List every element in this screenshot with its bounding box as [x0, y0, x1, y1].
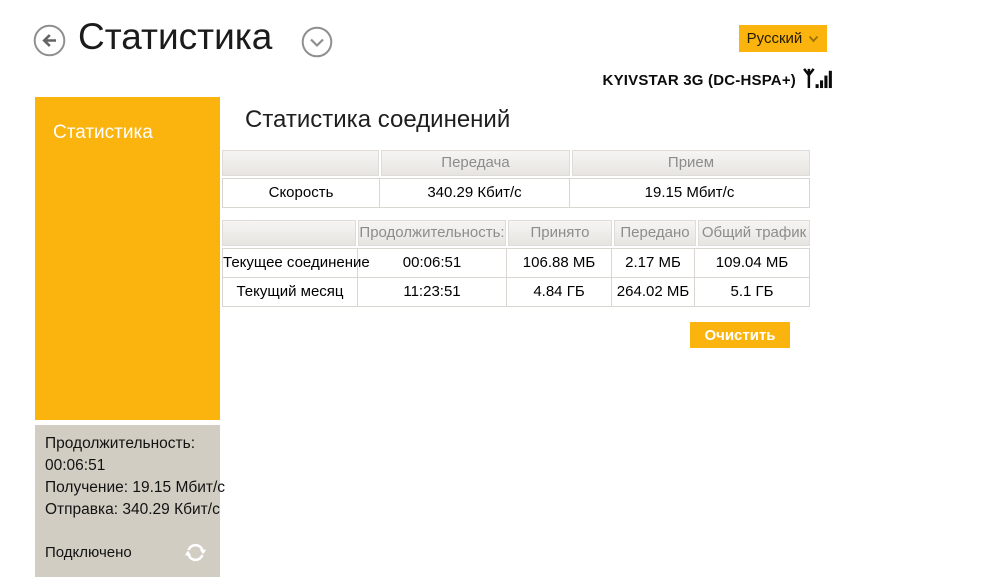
cell-transmit-speed: 340.29 Кбит/с: [380, 179, 570, 207]
column-header-empty: [222, 220, 356, 246]
traffic-table-header-row: Продолжительность: Принято Передано Общи…: [222, 220, 810, 246]
cell-total: 5.1 ГБ: [730, 283, 774, 300]
cell-received: 4.84 ГБ: [507, 278, 612, 306]
cell-total: 109.04 МБ: [715, 254, 789, 271]
column-header-total: Общий трафик: [698, 220, 810, 246]
network-name: KYIVSTAR 3G (DC-HSPA+): [602, 71, 796, 89]
column-header-transmit: Передача: [381, 150, 570, 176]
title-dropdown-button[interactable]: [301, 26, 333, 58]
speed-table-header-row: Передача Прием: [222, 150, 810, 176]
column-header-sent: Передано: [614, 220, 696, 246]
connection-state-row: Подключено: [45, 541, 207, 564]
column-header-duration: Продолжительность:: [358, 220, 506, 246]
back-button[interactable]: [33, 24, 66, 57]
chevron-down-circle-icon: [301, 26, 333, 61]
connection-status-panel: Продолжительность: 00:06:51 Получение: 1…: [35, 425, 226, 577]
network-status: KYIVSTAR 3G (DC-HSPA+): [603, 66, 833, 94]
sidebar-item-statistics[interactable]: Статистика: [35, 97, 220, 420]
row-label: Скорость: [223, 179, 380, 207]
table-row-current-month: Текущий месяц 11:23:51 4.84 ГБ 264.02 МБ…: [223, 277, 809, 306]
traffic-table-body: Текущее соединение 00:06:51 106.88 МБ 2.…: [222, 248, 810, 307]
clear-button[interactable]: Очистить: [690, 322, 790, 348]
cell-received: 106.88 МБ: [507, 249, 612, 277]
refresh-icon: [184, 543, 207, 567]
status-duration-label: Продолжительность:: [45, 435, 195, 452]
status-upload-speed: Отправка: 340.29 Кбит/с: [45, 501, 220, 518]
column-header-receive: Прием: [572, 150, 810, 176]
column-header-empty: [222, 150, 379, 176]
page-title: Статистика: [78, 16, 273, 57]
table-row: Скорость 340.29 Кбит/с 19.15 Мбит/с: [223, 179, 809, 207]
cell-duration: 11:23:51: [358, 278, 507, 306]
cell-receive-speed: 19.15 Мбит/с: [644, 184, 735, 201]
connection-state-label: Подключено: [45, 544, 132, 561]
language-button-label: Русский: [746, 30, 803, 47]
row-label: Текущее соединение: [223, 249, 370, 277]
traffic-table: Продолжительность: Принято Передано Общи…: [222, 220, 810, 307]
app-window: Статистика Русский KYIVSTAR 3G (DC-HSPA+…: [0, 0, 1000, 587]
speed-table-body: Скорость 340.29 Кбит/с 19.15 Мбит/с: [222, 178, 810, 208]
section-heading: Статистика соединений: [245, 106, 511, 133]
cell-duration: 00:06:51: [358, 249, 507, 277]
signal-strength-icon: [802, 66, 833, 94]
column-header-received: Принято: [508, 220, 612, 246]
row-label: Текущий месяц: [223, 278, 358, 306]
sidebar-item-label: Статистика: [53, 122, 153, 143]
back-icon: [33, 24, 66, 60]
chevron-down-icon: [808, 30, 819, 47]
status-download-speed: Получение: 19.15 Мбит/с: [45, 479, 226, 496]
cell-sent: 2.17 МБ: [612, 249, 695, 277]
status-duration-value: 00:06:51: [45, 457, 106, 474]
table-row-current-connection: Текущее соединение 00:06:51 106.88 МБ 2.…: [223, 249, 809, 277]
refresh-button[interactable]: [184, 541, 207, 564]
language-button[interactable]: Русский: [739, 25, 827, 52]
speed-table: Передача Прием Скорость 340.29 Кбит/с 19…: [222, 150, 810, 208]
cell-sent: 264.02 МБ: [612, 278, 695, 306]
